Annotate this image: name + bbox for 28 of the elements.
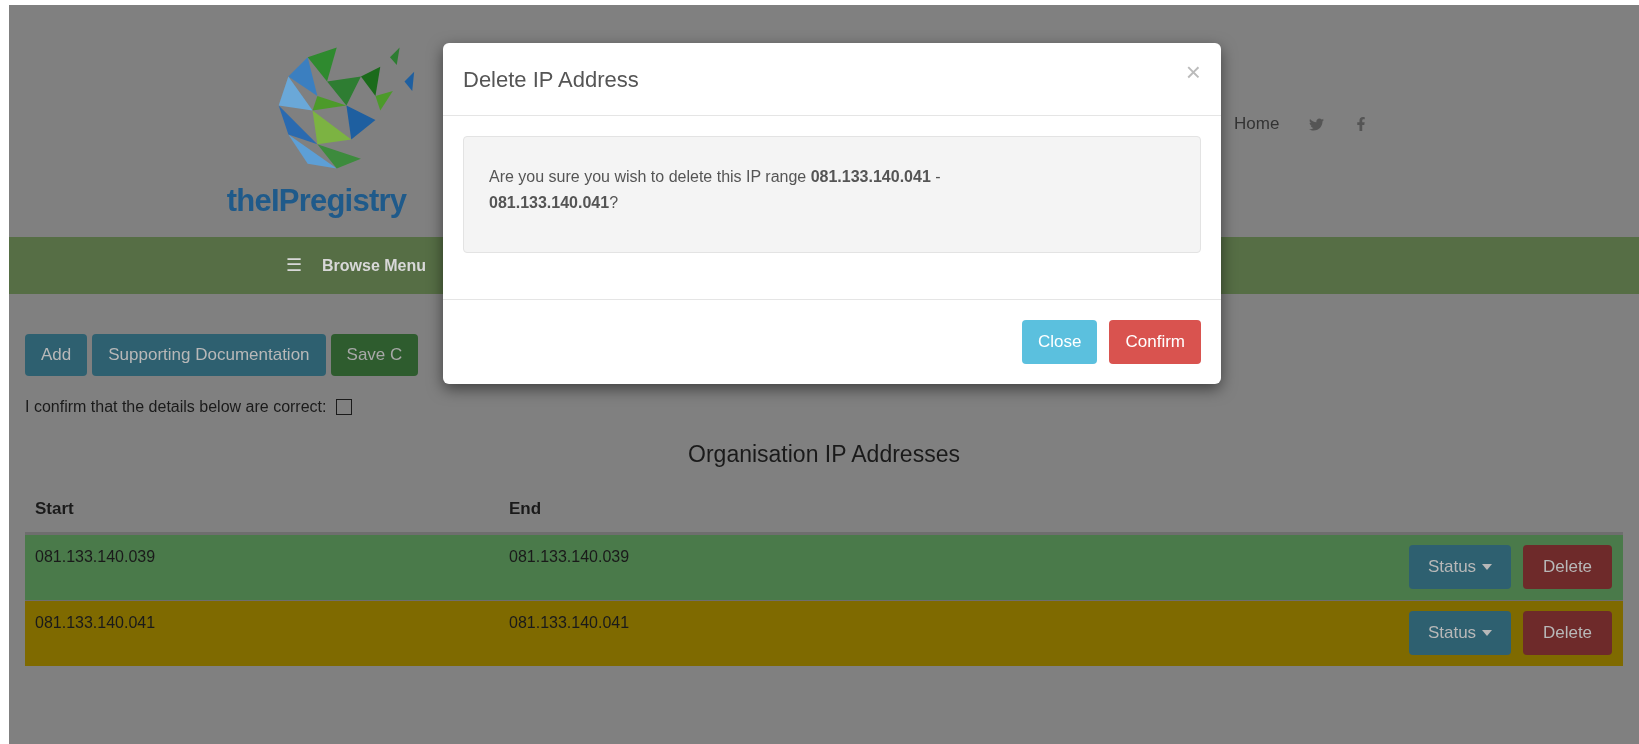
browse-menu-link[interactable]: Browse Menu: [322, 253, 426, 278]
home-link[interactable]: Home: [1234, 111, 1280, 137]
action-button[interactable]: Add: [25, 334, 88, 376]
caret-icon: [1482, 629, 1493, 636]
action-button[interactable]: Save C: [330, 334, 419, 376]
table-cell-text: 081.133.140.041: [509, 612, 630, 633]
close-icon[interactable]: ×: [1185, 59, 1201, 85]
table-cell-text: 081.133.140.039: [509, 546, 630, 567]
confirm-label: I confirm that the details below are correct:: [25, 397, 327, 417]
caret-icon: [1482, 563, 1493, 570]
modal-button[interactable]: Close: [1022, 320, 1098, 364]
confirm-checkbox[interactable]: [336, 399, 353, 415]
status-dropdown[interactable]: Status: [1409, 544, 1511, 589]
delete-button[interactable]: Delete: [1523, 610, 1612, 655]
action-button[interactable]: Supporting Documentation: [92, 334, 326, 376]
delete-button[interactable]: Delete: [1523, 544, 1612, 589]
table-cell-text: 081.133.140.041: [35, 612, 156, 633]
modal-button[interactable]: Confirm: [1109, 320, 1201, 364]
menu-icon[interactable]: ☰: [286, 252, 302, 279]
table-cell-text: 081.133.140.039: [35, 546, 156, 567]
modal-title: Delete IP Address: [463, 65, 639, 94]
column-header: End: [509, 497, 543, 520]
logo-text[interactable]: theIPregistry: [226, 185, 407, 216]
table-title: Organisation IP Addresses: [687, 440, 961, 469]
status-dropdown[interactable]: Status: [1409, 610, 1511, 655]
message-text: Are you sure you wish to delete this IP range 081.133.140.041 - 081.133.140.041?: [489, 167, 942, 213]
twitter-icon[interactable]: [1309, 116, 1325, 132]
column-header: Start: [35, 497, 75, 520]
